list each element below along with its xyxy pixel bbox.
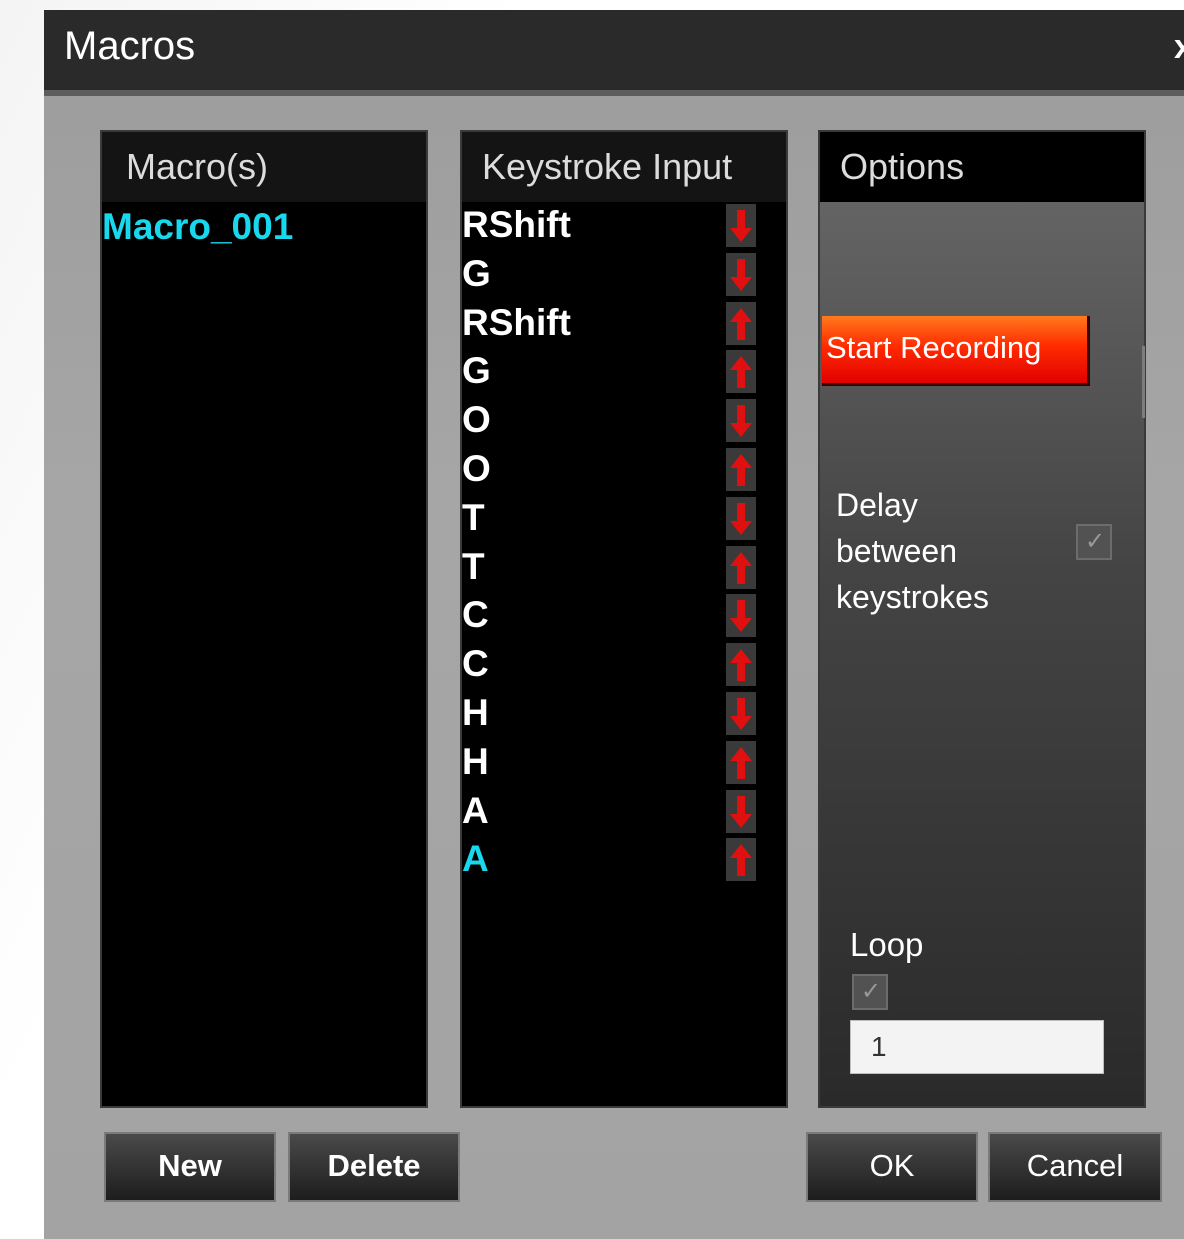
loop-label: Loop [850,926,924,963]
macro-list-header: Macro(s) [102,132,426,202]
arrow-down-icon[interactable] [726,594,756,638]
keystroke-key-label: A [462,838,489,880]
arrow-down-icon[interactable] [726,789,756,833]
arrow-up-icon[interactable] [726,350,756,394]
arrow-up-icon[interactable] [726,301,756,345]
keystroke-row[interactable]: C [462,641,762,690]
macros-dialog: Macros x Macro(s) Macro_001 Keystroke In… [44,10,1184,1239]
keystroke-key-label: A [462,789,489,831]
keystroke-key-label: T [462,545,485,587]
keystroke-row[interactable]: O [462,446,762,495]
cancel-button[interactable]: Cancel [988,1132,1162,1202]
keystroke-key-label: O [462,399,491,441]
keystroke-key-label: C [462,594,489,636]
keystroke-row[interactable]: O [462,397,762,446]
macro-list-panel: Macro(s) Macro_001 [100,130,428,1108]
arrow-down-icon[interactable] [726,692,756,735]
dialog-title: Macros [64,24,196,68]
delete-button[interactable]: Delete [288,1132,460,1202]
options-panel: Options Start Recording Delay between ke… [818,130,1146,1108]
keystroke-header: Keystroke Input [462,132,786,202]
arrow-up-icon[interactable] [726,643,756,687]
keystroke-row[interactable]: RShift [462,300,762,349]
arrow-up-icon[interactable] [726,740,756,784]
keystroke-row[interactable]: RShift [462,202,762,251]
macro-list-item[interactable]: Macro_001 [102,206,293,248]
keystroke-key-label: C [462,643,489,685]
keystroke-row[interactable]: A [462,788,762,837]
checkmark-icon: ✓ [1085,528,1106,555]
arrow-down-icon[interactable] [726,399,756,443]
new-button[interactable]: New [104,1132,276,1202]
keystroke-row[interactable]: H [462,739,762,788]
keystroke-row[interactable]: G [462,348,762,397]
keystroke-row[interactable]: G [462,251,762,300]
keystroke-key-label: H [462,692,489,733]
title-bar-divider [44,90,1184,96]
options-header: Options [820,132,1144,202]
start-recording-button[interactable]: Start Recording [822,316,1090,386]
title-bar: Macros x [44,10,1184,90]
keystroke-row[interactable]: T [462,544,762,593]
keystroke-key-label: G [462,252,491,294]
keystroke-key-label: G [462,350,491,392]
arrow-down-icon[interactable] [726,496,756,540]
keystroke-key-label: O [462,448,491,489]
macro-list: Macro_001 [102,202,426,1106]
loop-checkbox[interactable]: ✓ [852,974,888,1010]
keystroke-row[interactable]: C [462,592,762,641]
options-scrollbar[interactable] [1142,346,1145,418]
keystroke-list: RShift G RShift G O O T T C C H H A A [462,202,786,1106]
ok-button[interactable]: OK [806,1132,978,1202]
keystroke-key-label: T [462,496,485,538]
loop-count-input[interactable]: 1 [850,1020,1104,1074]
checkmark-icon: ✓ [861,978,882,1005]
keystroke-key-label: H [462,740,489,782]
arrow-up-icon[interactable] [726,838,756,882]
arrow-down-icon[interactable] [726,204,756,247]
delay-label: Delay between keystrokes [836,487,989,615]
arrow-up-icon[interactable] [726,545,756,589]
arrow-up-icon[interactable] [726,448,756,491]
keystroke-key-label: RShift [462,301,571,343]
arrow-down-icon[interactable] [726,252,756,296]
keystroke-row[interactable]: H [462,690,762,739]
keystroke-row[interactable]: A [462,836,762,885]
keystroke-panel: Keystroke Input RShift G RShift G O O T T C C H H A A [460,130,788,1108]
keystroke-row[interactable]: T [462,495,762,544]
delay-checkbox[interactable]: ✓ [1076,524,1112,560]
keystroke-key-label: RShift [462,204,571,245]
close-button[interactable]: x [1174,28,1184,67]
